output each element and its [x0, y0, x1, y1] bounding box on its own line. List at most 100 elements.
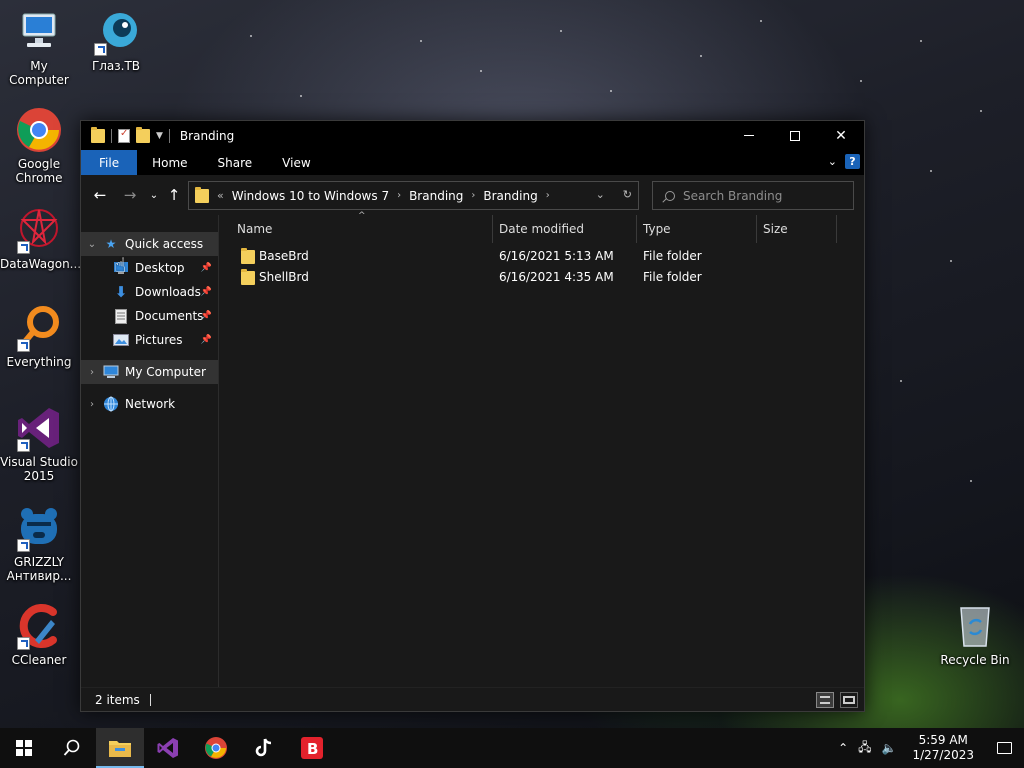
search-box[interactable]: [652, 181, 854, 210]
computer-icon: [103, 364, 119, 380]
chevron-right-icon: ›: [471, 190, 476, 201]
desktop-icon-everything[interactable]: Everything: [0, 304, 78, 369]
nav-item-label: Downloads: [135, 285, 201, 299]
desktop-icon-grizzly[interactable]: GRIZZLY Антивир...: [0, 504, 78, 583]
column-headers: ^ Name Date modified Type Size: [219, 211, 864, 243]
system-tray: ⌃ 🖧 🔈 5:59 AM 1/27/2023: [838, 728, 1024, 768]
file-date: 6/16/2021 5:13 AM: [499, 249, 614, 263]
window-title: Branding: [179, 128, 235, 143]
desktop-icon-label: My Computer: [9, 59, 69, 87]
taskbar-visual-studio[interactable]: [144, 728, 192, 768]
ribbon-controls: ⌄ ?: [828, 154, 860, 169]
desktop-icon-visual-studio[interactable]: Visual Studio 2015: [0, 404, 78, 483]
nav-item-quick-access[interactable]: ⌄ ★ Quick access: [81, 232, 218, 256]
column-header-name[interactable]: Name: [231, 215, 493, 243]
column-header-size[interactable]: Size: [757, 215, 837, 243]
tab-file[interactable]: File: [81, 150, 138, 175]
arrow-up-icon: ↑: [167, 186, 181, 204]
address-history-chevron-icon[interactable]: ⌄: [596, 188, 605, 201]
nav-item-pictures[interactable]: Pictures 📌: [81, 328, 218, 352]
up-button[interactable]: ↑: [162, 183, 186, 207]
breadcrumb-overflow[interactable]: «: [217, 189, 224, 202]
chevron-right-icon[interactable]: ›: [81, 399, 103, 410]
breadcrumb-item[interactable]: Windows 10 to Windows 7 ›: [232, 189, 401, 203]
bitdefender-icon: B: [301, 737, 323, 759]
navigation-pane[interactable]: ⌄ ★ Quick access Desktop 📌 ⬇ Downloads 📌…: [81, 215, 219, 687]
shortcut-arrow-icon: [17, 241, 30, 254]
start-button[interactable]: [0, 728, 48, 768]
desktop-icon-label: Google Chrome: [15, 157, 63, 185]
desktop-icon-ccleaner[interactable]: CCleaner: [0, 602, 78, 667]
action-center-button[interactable]: [984, 728, 1024, 768]
search-icon: [63, 739, 80, 756]
taskbar-file-explorer[interactable]: [96, 728, 144, 768]
clock[interactable]: 5:59 AM 1/27/2023: [912, 733, 974, 763]
nav-item-documents[interactable]: Documents 📌: [81, 304, 218, 328]
show-hidden-icons-chevron-icon[interactable]: ⌃: [838, 741, 848, 755]
title-bar[interactable]: ▼ Branding ✕: [81, 121, 864, 150]
close-icon: ✕: [835, 127, 847, 144]
forward-button[interactable]: →: [118, 183, 142, 207]
back-button[interactable]: ←: [88, 183, 112, 207]
breadcrumb-label: Branding: [409, 188, 464, 203]
desktop-icon-datawagon[interactable]: DataWagon...: [0, 206, 81, 271]
chevron-down-icon[interactable]: ⌄: [81, 239, 103, 250]
ribbon-tabs: File Home Share View ⌄ ?: [81, 150, 864, 175]
minimize-button[interactable]: [726, 121, 772, 150]
close-button[interactable]: ✕: [818, 121, 864, 150]
nav-item-my-computer[interactable]: › My Computer: [81, 360, 218, 384]
status-divider: [149, 693, 151, 706]
file-list[interactable]: ^ Name Date modified Type Size BaseBrd 6…: [219, 211, 864, 687]
desktop-icon-my-computer[interactable]: My Computer: [0, 8, 78, 87]
file-explorer-window[interactable]: ▼ Branding ✕ File Home Share View ⌄ ? ← …: [80, 120, 865, 712]
visual-studio-icon: [157, 738, 178, 758]
clock-time: 5:59 AM: [918, 733, 968, 747]
maximize-button[interactable]: [772, 121, 818, 150]
nav-item-desktop[interactable]: Desktop 📌: [81, 256, 218, 280]
desktop-icon-glaz-tv[interactable]: Глаз.ТВ: [77, 8, 155, 73]
address-bar[interactable]: « Windows 10 to Windows 7 › Branding › Bra…: [188, 181, 639, 210]
volume-icon[interactable]: 🔈: [882, 741, 897, 755]
help-button[interactable]: ?: [845, 154, 860, 169]
folder-icon: [195, 186, 209, 203]
quick-access-toolbar: ▼: [81, 126, 170, 143]
desktop-icon-recycle-bin[interactable]: Recycle Bin: [936, 602, 1014, 667]
desktop-icon-chrome[interactable]: Google Chrome: [0, 106, 78, 185]
clock-date: 1/27/2023: [912, 748, 974, 762]
tab-share[interactable]: Share: [203, 150, 268, 175]
properties-icon[interactable]: [118, 128, 130, 143]
expand-ribbon-chevron-icon[interactable]: ⌄: [828, 155, 837, 168]
explorer-body: ⌄ ★ Quick access Desktop 📌 ⬇ Downloads 📌…: [81, 211, 864, 687]
network-status-icon[interactable]: 🖧: [858, 738, 871, 759]
nav-item-label: My Computer: [125, 365, 206, 379]
file-name: BaseBrd: [259, 249, 309, 263]
breadcrumb-item[interactable]: Branding ›: [409, 189, 475, 203]
tab-home[interactable]: Home: [137, 150, 202, 175]
file-row[interactable]: BaseBrd 6/16/2021 5:13 AM File folder: [239, 246, 839, 267]
file-name: ShellBrd: [259, 270, 309, 284]
taskbar-bitdefender[interactable]: B: [288, 728, 336, 768]
column-header-type[interactable]: Type: [637, 215, 757, 243]
breadcrumb-item[interactable]: Branding ›: [483, 189, 549, 203]
taskbar-search-button[interactable]: [48, 728, 96, 768]
search-input[interactable]: [683, 188, 843, 203]
desktop-icon-label: Visual Studio 2015: [0, 455, 78, 483]
file-row[interactable]: ShellBrd 6/16/2021 4:35 AM File folder: [239, 267, 839, 288]
svg-text:B: B: [307, 740, 318, 758]
tab-view[interactable]: View: [267, 150, 325, 175]
nav-item-label: Desktop: [135, 261, 185, 275]
pictures-icon: [113, 332, 129, 348]
refresh-icon[interactable]: ↻: [623, 188, 632, 201]
column-header-date-modified[interactable]: Date modified: [493, 215, 637, 243]
new-folder-icon[interactable]: [136, 126, 150, 143]
taskbar-tiktok[interactable]: [240, 728, 288, 768]
nav-item-downloads[interactable]: ⬇ Downloads 📌: [81, 280, 218, 304]
chevron-down-icon[interactable]: ▼: [156, 131, 163, 141]
search-icon: [665, 190, 675, 201]
details-view-button[interactable]: [816, 692, 834, 708]
taskbar-chrome[interactable]: [192, 728, 240, 768]
nav-item-network[interactable]: › Network: [81, 392, 218, 416]
chevron-right-icon[interactable]: ›: [81, 367, 103, 378]
large-icons-view-button[interactable]: [840, 692, 858, 708]
